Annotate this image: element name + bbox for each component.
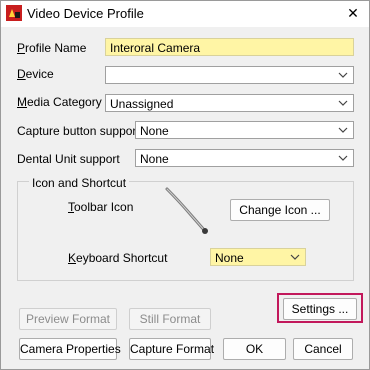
chevron-down-icon xyxy=(338,127,348,133)
cancel-button[interactable]: Cancel xyxy=(293,338,353,360)
capture-button-support-value: None xyxy=(140,124,169,138)
keyboard-shortcut-value: None xyxy=(215,251,244,265)
icon-shortcut-legend: Icon and Shortcut xyxy=(29,176,130,190)
chevron-down-icon xyxy=(290,254,300,260)
close-button[interactable]: ✕ xyxy=(343,4,363,22)
ok-button[interactable]: OK xyxy=(223,338,286,360)
dental-camera-wand-icon xyxy=(165,187,208,234)
change-icon-button[interactable]: Change Icon ... xyxy=(230,199,330,221)
chevron-down-icon xyxy=(338,72,348,78)
profile-name-label: Profile Name xyxy=(17,41,87,55)
window-title: Video Device Profile xyxy=(27,6,144,21)
toolbar-icon-label: Toolbar Icon xyxy=(68,200,134,214)
capture-format-button[interactable]: Capture Format xyxy=(129,338,214,360)
profile-name-input[interactable]: Interoral Camera xyxy=(105,38,354,56)
keyboard-shortcut-label: Keyboard Shortcut xyxy=(68,251,168,265)
media-category-label: Media Category xyxy=(17,95,102,109)
dental-unit-support-value: None xyxy=(140,152,169,166)
close-icon: ✕ xyxy=(347,5,359,21)
app-icon xyxy=(6,5,22,21)
preview-format-button[interactable]: Preview Format xyxy=(19,308,117,330)
dental-unit-support-select[interactable]: None xyxy=(135,149,354,167)
settings-button[interactable]: Settings ... xyxy=(283,298,357,320)
device-select[interactable] xyxy=(105,66,354,84)
camera-properties-button[interactable]: Camera Properties xyxy=(19,338,121,360)
device-label: Device xyxy=(17,67,54,81)
chevron-down-icon xyxy=(338,100,348,106)
chevron-down-icon xyxy=(338,155,348,161)
profile-name-value: Interoral Camera xyxy=(110,41,201,55)
capture-button-support-select[interactable]: None xyxy=(135,121,354,139)
capture-button-support-label: Capture button support xyxy=(17,124,140,138)
media-category-value: Unassigned xyxy=(110,97,174,111)
title-bar: Video Device Profile ✕ xyxy=(1,1,369,27)
video-device-profile-dialog: Video Device Profile ✕ Profile Name Inte… xyxy=(0,0,370,370)
dental-unit-support-label: Dental Unit support xyxy=(17,152,120,166)
still-format-button[interactable]: Still Format xyxy=(129,308,211,330)
keyboard-shortcut-select[interactable]: None xyxy=(210,248,306,266)
media-category-select[interactable]: Unassigned xyxy=(105,94,354,112)
